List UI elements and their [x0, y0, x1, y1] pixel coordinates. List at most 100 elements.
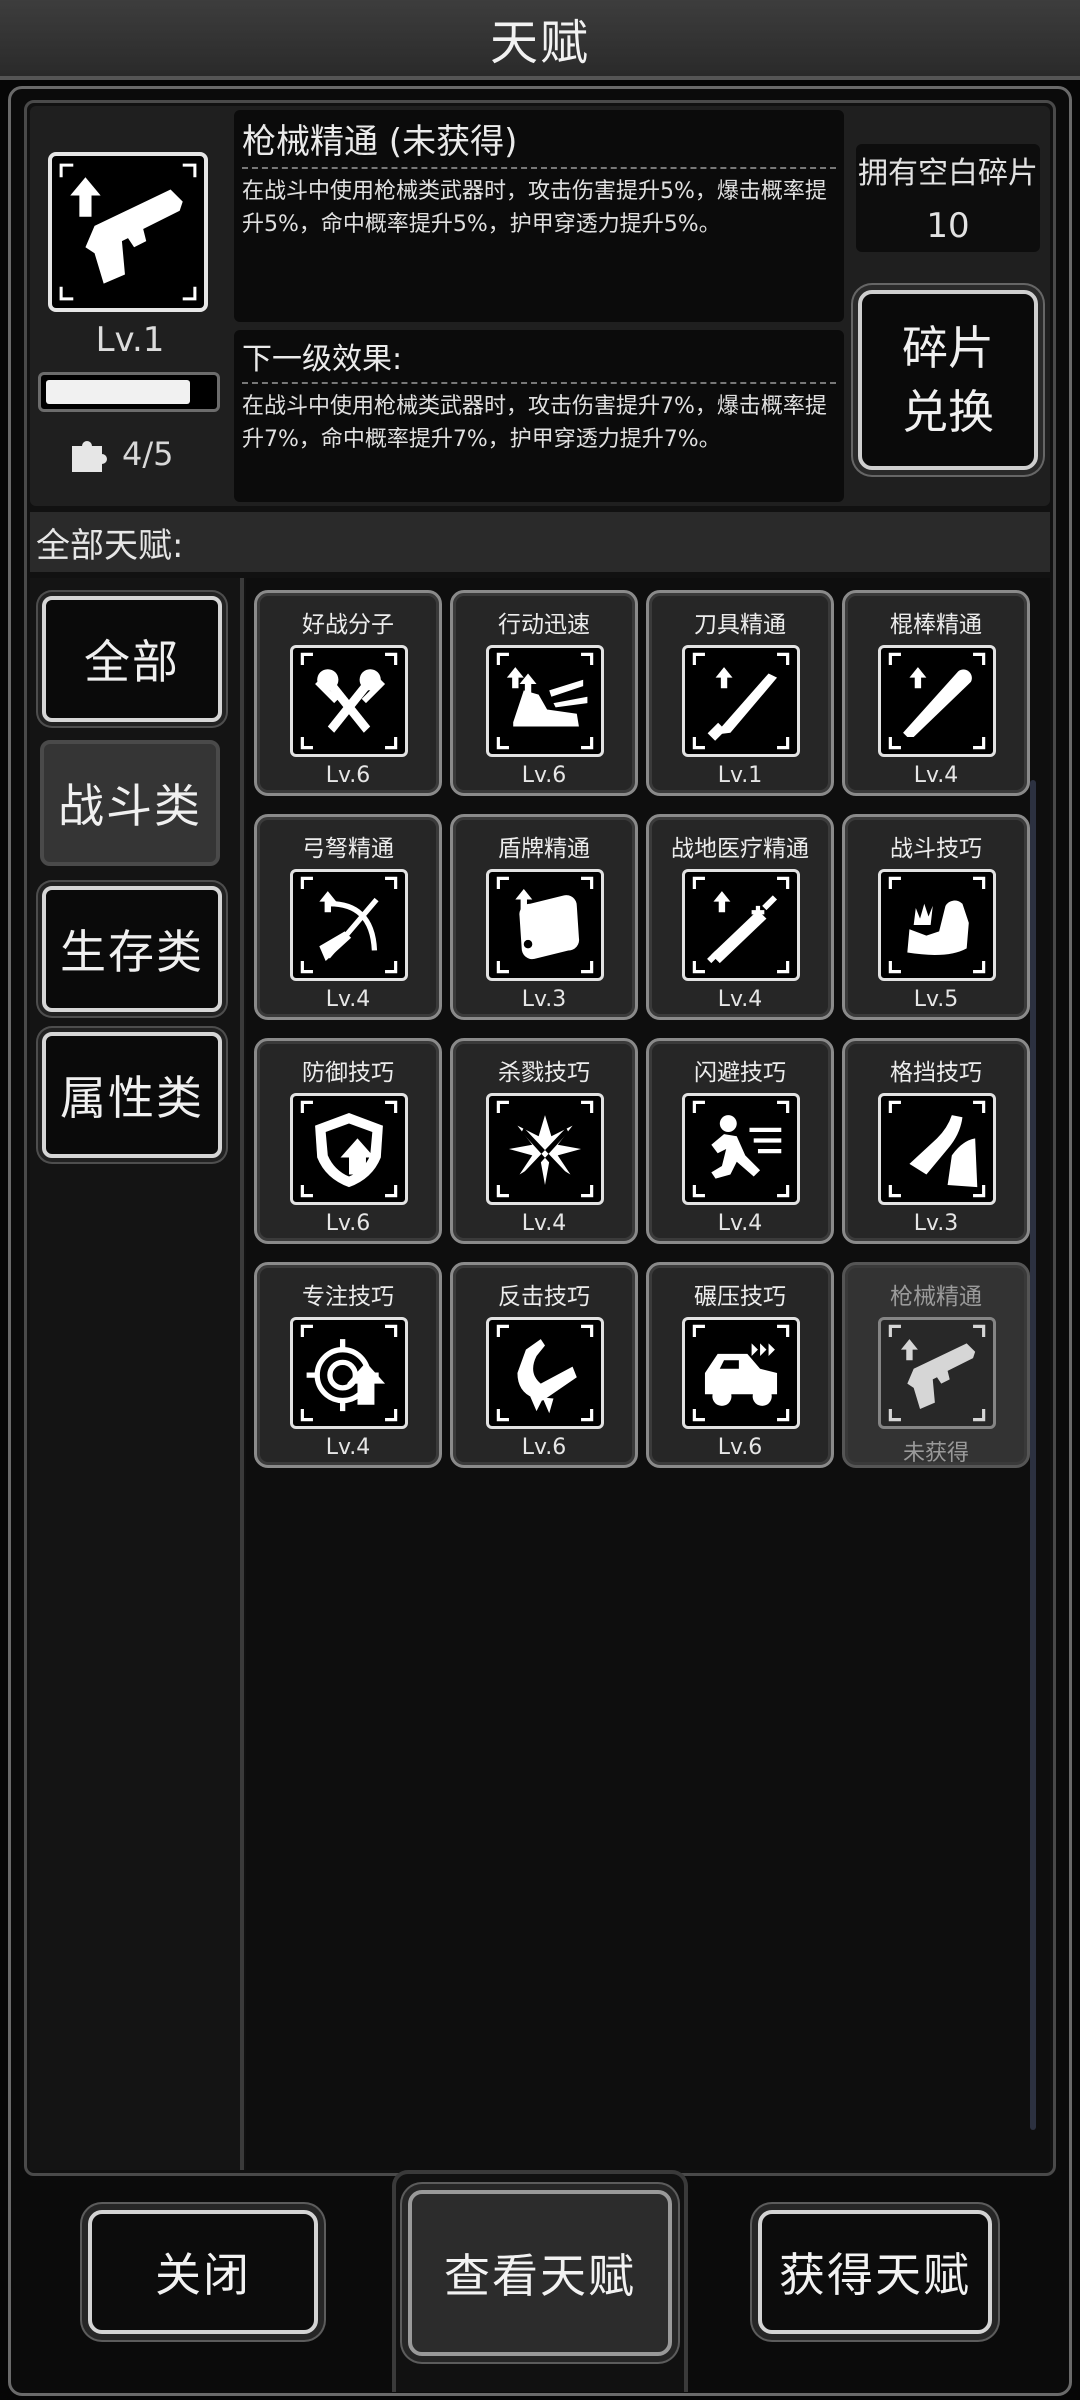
- defense-shield-icon: [290, 1093, 408, 1205]
- next-effect-box: 下一级效果: 在战斗中使用枪械类武器时，攻击伤害提升7%，爆击概率提升7%，命中…: [234, 330, 844, 502]
- current-effect-text: 在战斗中使用枪械类武器时，攻击伤害提升5%，爆击概率提升5%，命中概率提升5%，…: [242, 179, 827, 237]
- current-effect-box: 枪械精通 (未获得) 在战斗中使用枪械类武器时，攻击伤害提升5%，爆击概率提升5…: [234, 110, 844, 322]
- talent-card[interactable]: 专注技巧 Lv.4: [254, 1262, 442, 1468]
- talent-level: Lv.1: [95, 320, 165, 360]
- fragment-count: 4/5: [68, 432, 174, 476]
- close-button-label: 关闭: [155, 2248, 251, 2302]
- talent-level: Lv.6: [325, 763, 371, 788]
- slash-burst-icon: [486, 1093, 604, 1205]
- category-tab-label: 生存类: [60, 925, 204, 979]
- talent-level: Lv.4: [717, 987, 763, 1012]
- talent-name: 战斗技巧: [890, 836, 982, 862]
- talent-level: Lv.4: [521, 1211, 567, 1236]
- talent-name: 格挡技巧: [890, 1060, 982, 1086]
- talent-level: Lv.6: [717, 1435, 763, 1460]
- car-crash-icon: [682, 1317, 800, 1429]
- talent-card[interactable]: 棍棒精通 Lv.4: [842, 590, 1030, 796]
- page-title: 天赋: [489, 15, 590, 71]
- next-effect-heading: 下一级效果:: [242, 334, 836, 384]
- talent-name: 战地医疗精通: [671, 836, 809, 862]
- talent-level: Lv.4: [325, 987, 371, 1012]
- level-progress-bar: [38, 372, 220, 412]
- talent-card[interactable]: 战斗技巧 Lv.5: [842, 814, 1030, 1020]
- counter-arm-icon: [486, 1317, 604, 1429]
- talent-card[interactable]: 闪避技巧 Lv.4: [646, 1038, 834, 1244]
- talent-name: 枪械精通: [890, 1284, 982, 1310]
- talent-name: 棍棒精通: [890, 612, 982, 638]
- get-talent-button[interactable]: 获得天赋: [758, 2210, 992, 2334]
- talent-level: Lv.3: [521, 987, 567, 1012]
- pistol-up-icon: [878, 1317, 996, 1429]
- talent-card[interactable]: 盾牌精通 Lv.3: [450, 814, 638, 1020]
- category-tab-label: 战斗类: [58, 779, 202, 833]
- talent-card[interactable]: 枪械精通 未获得: [842, 1262, 1030, 1468]
- crossbow-icon: [290, 869, 408, 981]
- talent-name: 碾压技巧: [694, 1284, 786, 1310]
- puzzle-piece-icon: [72, 441, 107, 472]
- syringe-icon: [682, 869, 800, 981]
- talent-card[interactable]: 碾压技巧 Lv.6: [646, 1262, 834, 1468]
- next-effect-text: 在战斗中使用枪械类武器时，攻击伤害提升7%，爆击概率提升7%，命中概率提升7%，…: [242, 394, 827, 452]
- talent-card[interactable]: 好战分子 Lv.6: [254, 590, 442, 796]
- get-talent-button-label: 获得天赋: [779, 2248, 971, 2302]
- title-bar: 天赋: [0, 0, 1080, 80]
- talent-level: Lv.4: [913, 763, 959, 788]
- view-talent-button[interactable]: 查看天赋: [408, 2190, 672, 2356]
- category-tab-attribute[interactable]: 属性类: [42, 1032, 222, 1158]
- fragment-exchange-label: 碎片兑换: [902, 321, 994, 439]
- talent-name: 好战分子: [302, 612, 394, 638]
- talent-name: 杀戮技巧: [498, 1060, 590, 1086]
- talent-card[interactable]: 杀戮技巧 Lv.4: [450, 1038, 638, 1244]
- dodge-figure-icon: [682, 1093, 800, 1205]
- category-tab-label: 属性类: [60, 1071, 204, 1125]
- talent-name: 反击技巧: [498, 1284, 590, 1310]
- talent-name: 枪械精通 (未获得): [242, 114, 836, 169]
- crossed-axes-icon: [290, 645, 408, 757]
- flexed-arm-icon: [878, 869, 996, 981]
- close-button[interactable]: 关闭: [88, 2210, 318, 2334]
- talent-level: Lv.6: [325, 1211, 371, 1236]
- pistol-up-icon: [48, 152, 208, 312]
- talent-card[interactable]: 防御技巧 Lv.6: [254, 1038, 442, 1244]
- fragment-exchange-button[interactable]: 碎片兑换: [858, 290, 1038, 470]
- talent-card[interactable]: 弓弩精通 Lv.4: [254, 814, 442, 1020]
- talent-card[interactable]: 刀具精通 Lv.1: [646, 590, 834, 796]
- talent-level: Lv.5: [913, 987, 959, 1012]
- category-tab-survival[interactable]: 生存类: [42, 886, 222, 1012]
- category-tab-label: 全部: [84, 635, 180, 689]
- all-talents-label: 全部天赋:: [36, 525, 184, 566]
- talent-name: 刀具精通: [694, 612, 786, 638]
- shield-icon: [486, 869, 604, 981]
- category-tab-all[interactable]: 全部: [42, 596, 222, 722]
- fragment-count-value: 4/5: [122, 435, 174, 473]
- scrollbar[interactable]: [1030, 780, 1036, 2130]
- talent-level: Lv.3: [913, 1211, 959, 1236]
- talent-name: 专注技巧: [302, 1284, 394, 1310]
- talent-card[interactable]: 格挡技巧 Lv.3: [842, 1038, 1030, 1244]
- talent-level: Lv.4: [717, 1211, 763, 1236]
- running-shoe-icon: [486, 645, 604, 757]
- talent-level: Lv.4: [325, 1435, 371, 1460]
- talent-name: 行动迅速: [498, 612, 590, 638]
- blank-fragments-value: 10: [926, 206, 970, 246]
- talent-level: Lv.6: [521, 1435, 567, 1460]
- talent-card[interactable]: 行动迅速 Lv.6: [450, 590, 638, 796]
- talent-name: 盾牌精通: [498, 836, 590, 862]
- blank-fragments-label: 拥有空白碎片: [858, 156, 1038, 191]
- talent-level: 未获得: [902, 1441, 969, 1466]
- view-talent-button-label: 查看天赋: [444, 2249, 636, 2303]
- talent-name: 闪避技巧: [694, 1060, 786, 1086]
- level-progress-fill: [46, 380, 191, 404]
- all-talents-header: 全部天赋:: [30, 512, 1050, 572]
- blank-fragments-box: 拥有空白碎片 10: [856, 144, 1040, 252]
- category-divider: [240, 578, 244, 2170]
- talent-name: 防御技巧: [302, 1060, 394, 1086]
- category-tab-combat[interactable]: 战斗类: [40, 740, 220, 866]
- machete-icon: [682, 645, 800, 757]
- talent-card[interactable]: 战地医疗精通 Lv.4: [646, 814, 834, 1020]
- crosshair-icon: [290, 1317, 408, 1429]
- bat-icon: [878, 645, 996, 757]
- talent-name: 弓弩精通: [302, 836, 394, 862]
- block-arm-icon: [878, 1093, 996, 1205]
- talent-card[interactable]: 反击技巧 Lv.6: [450, 1262, 638, 1468]
